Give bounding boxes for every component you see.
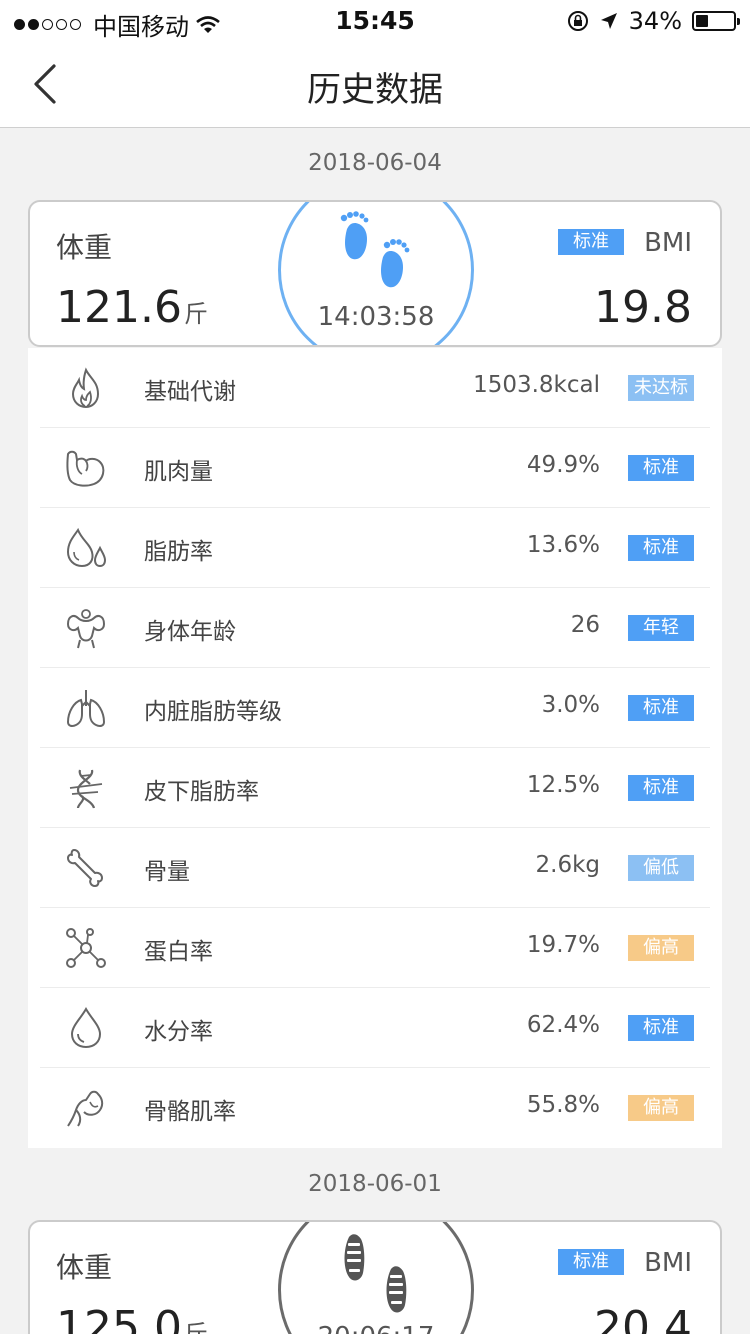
metric-value: 3.0% <box>541 692 600 718</box>
weight-label: 体重 <box>56 1251 113 1284</box>
metric-list: 基础代谢 1503.8kcal 未达标 肌肉量 49.9% 标准 脂肪率 13.… <box>28 348 722 1148</box>
metric-row-visceral-fat[interactable]: 内脏脂肪等级 3.0% 标准 <box>28 668 722 748</box>
metric-status-badge: 年轻 <box>628 615 694 641</box>
weight-unit: 斤 <box>183 300 208 328</box>
record-summary-card[interactable]: 体重 125.0斤 20:06:17 标准 BMI 20.4 <box>28 1220 722 1334</box>
bmi-status-badge: 标准 <box>558 1249 624 1275</box>
metric-status-badge: 偏低 <box>628 855 694 881</box>
nav-bar: 历史数据 <box>0 40 750 128</box>
metric-name: 脂肪率 <box>144 539 213 565</box>
metric-row-protein[interactable]: 蛋白率 19.7% 偏高 <box>28 908 722 988</box>
metric-name: 身体年龄 <box>144 619 236 645</box>
metric-value: 49.9% <box>526 452 600 478</box>
lungs-icon <box>66 690 106 727</box>
body-builder-icon <box>66 609 106 649</box>
measurement-circle: 20:06:17 <box>278 1222 474 1334</box>
molecule-icon <box>66 928 106 968</box>
metric-status-badge: 标准 <box>628 535 694 561</box>
metric-row-bone-mass[interactable]: 骨量 2.6kg 偏低 <box>28 828 722 908</box>
bmi-label: BMI <box>644 228 692 258</box>
metric-name: 肌肉量 <box>144 459 213 485</box>
flame-icon <box>71 367 100 409</box>
metric-row-muscle-mass[interactable]: 肌肉量 49.9% 标准 <box>28 428 722 508</box>
metric-row-basal-metabolism[interactable]: 基础代谢 1503.8kcal 未达标 <box>28 348 722 428</box>
metric-value: 26 <box>570 612 600 638</box>
history-screen: 中国移动 15:45 34% 历史数据 2018-06-04 体重 121.6斤… <box>0 0 750 1334</box>
bmi-value: 19.8 <box>594 282 692 333</box>
metric-name: 皮下脂肪率 <box>144 779 259 805</box>
weight-value: 125.0斤 <box>56 1302 208 1334</box>
status-bar: 中国移动 15:45 34% <box>0 0 750 41</box>
skeletal-muscle-icon <box>67 1090 104 1127</box>
metric-row-water[interactable]: 水分率 62.4% 标准 <box>28 988 722 1068</box>
metric-status-badge: 标准 <box>628 775 694 801</box>
rotation-lock-icon <box>567 11 588 31</box>
measurement-time: 20:06:17 <box>281 1322 471 1334</box>
dna-icon <box>69 769 103 809</box>
metric-value: 13.6% <box>526 532 600 558</box>
record-date: 2018-06-04 <box>308 150 442 176</box>
metric-name: 骨量 <box>144 859 190 885</box>
metric-name: 内脏脂肪等级 <box>144 699 282 725</box>
bmi-status-badge: 标准 <box>558 229 624 255</box>
metric-value: 62.4% <box>526 1012 600 1038</box>
metric-value: 2.6kg <box>535 852 601 878</box>
metric-name: 基础代谢 <box>144 379 236 405</box>
bmi-label: BMI <box>644 1248 692 1278</box>
metric-status-badge: 标准 <box>628 455 694 481</box>
fat-drops-icon <box>66 527 107 568</box>
metric-value: 19.7% <box>526 932 600 958</box>
shoe-prints-icon <box>344 1234 407 1313</box>
record-date: 2018-06-01 <box>308 1171 442 1197</box>
metric-name: 蛋白率 <box>144 939 213 965</box>
battery-percent: 34% <box>628 7 682 35</box>
location-arrow-icon <box>600 13 617 29</box>
metric-row-subcutaneous-fat[interactable]: 皮下脂肪率 12.5% 标准 <box>28 748 722 828</box>
weight-label: 体重 <box>56 231 113 264</box>
battery-fill <box>696 15 708 27</box>
metric-status-badge: 偏高 <box>628 1095 694 1121</box>
bone-icon <box>67 849 103 887</box>
battery-icon <box>692 11 740 31</box>
metric-name: 水分率 <box>144 1019 213 1045</box>
water-drop-icon <box>70 1006 102 1049</box>
measurement-circle: 14:03:58 <box>278 202 474 345</box>
metric-row-skeletal-muscle[interactable]: 骨骼肌率 55.8% 偏高 <box>28 1068 722 1148</box>
metric-value: 1503.8kcal <box>473 372 600 398</box>
metric-status-badge: 标准 <box>628 1015 694 1041</box>
metric-name: 骨骼肌率 <box>144 1099 236 1125</box>
metric-status-badge: 标准 <box>628 695 694 721</box>
measurement-time: 14:03:58 <box>317 302 435 332</box>
status-right: 34% <box>567 7 740 35</box>
metric-value: 12.5% <box>526 772 600 798</box>
bmi-value: 20.4 <box>594 1302 692 1334</box>
metric-status-badge: 偏高 <box>628 935 694 961</box>
metric-value: 55.8% <box>526 1092 600 1118</box>
footprints-icon <box>340 211 410 288</box>
metric-status-badge: 未达标 <box>628 375 694 401</box>
muscle-arm-icon <box>66 450 105 487</box>
record-summary-card[interactable]: 体重 121.6斤 14:03:58 标准 BMI 19.8 <box>28 200 722 347</box>
weight-value: 121.6斤 <box>56 282 208 333</box>
metric-row-body-fat[interactable]: 脂肪率 13.6% 标准 <box>28 508 722 588</box>
weight-unit: 斤 <box>183 1320 208 1334</box>
metric-row-body-age[interactable]: 身体年龄 26 年轻 <box>28 588 722 668</box>
page-title: 历史数据 <box>307 70 443 110</box>
